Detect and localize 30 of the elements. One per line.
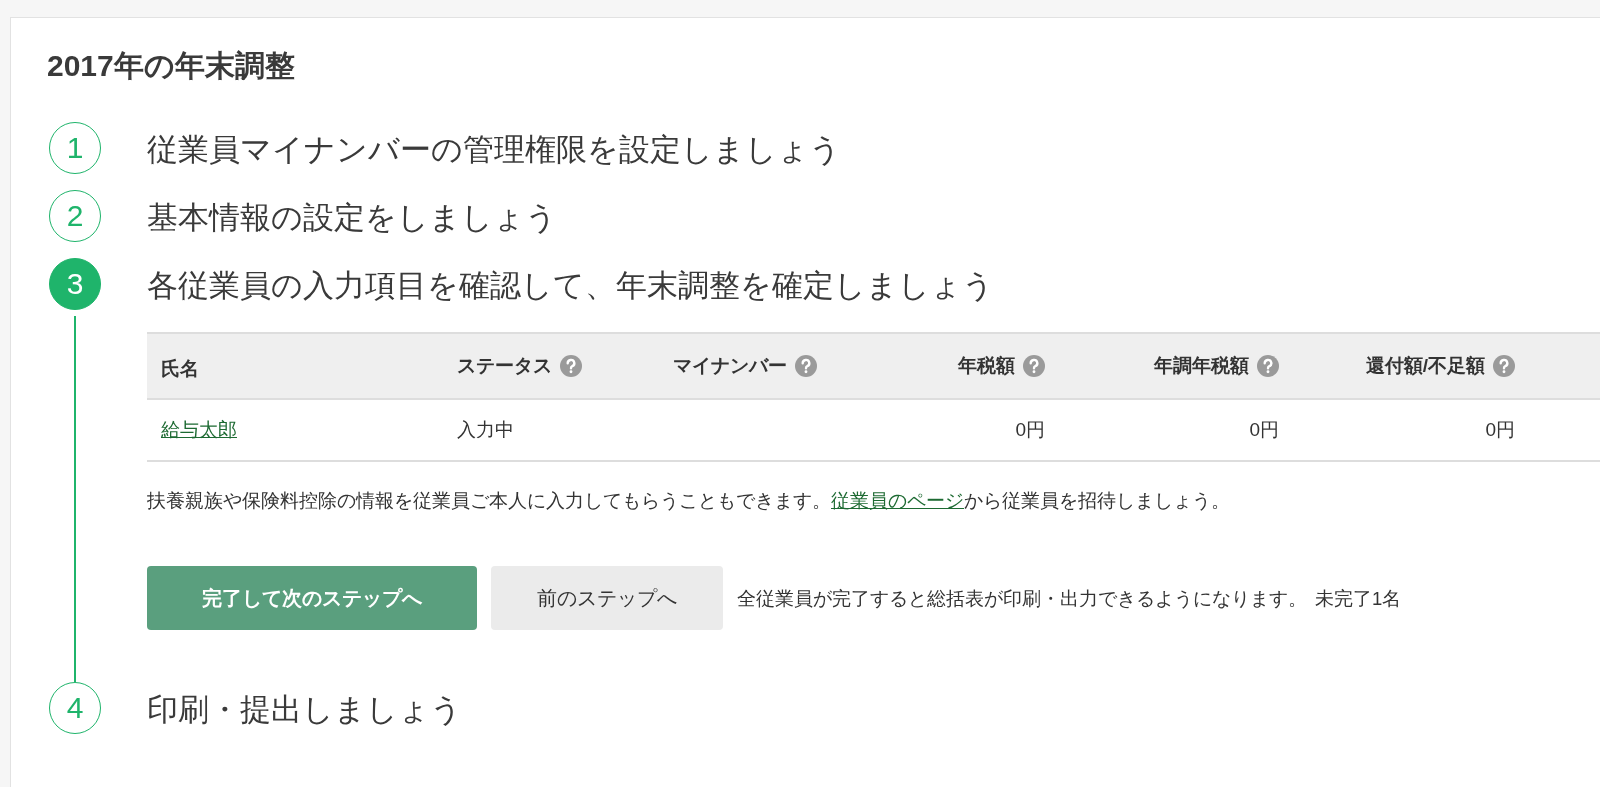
help-icon[interactable] (1493, 355, 1515, 377)
step-title: 従業員マイナンバーの管理権限を設定しましょう (147, 131, 842, 169)
remaining-count: 未完了1名 (1315, 586, 1402, 611)
table-cell-text: 入力中 (457, 418, 514, 442)
step-number: 2 (49, 190, 101, 242)
column-header: 還付額/不足額 (1365, 354, 1485, 378)
column-header: 年調年税額 (1154, 354, 1249, 378)
previous-step-button[interactable]: 前のステップへ (491, 566, 723, 630)
help-icon[interactable] (795, 355, 817, 377)
step-number: 3 (49, 258, 101, 310)
help-icon[interactable] (560, 355, 582, 377)
status-text: 全従業員が完了すると総括表が印刷・出力できるようになります。 (737, 586, 1307, 611)
help-icon[interactable] (1257, 355, 1279, 377)
employee-name-link[interactable]: 給与太郎 (161, 417, 237, 443)
employee-page-link[interactable]: 従業員のページ (831, 490, 964, 511)
help-icon[interactable] (1023, 355, 1045, 377)
step-title: 各従業員の入力項目を確認して、年末調整を確定しましょう (147, 267, 995, 305)
table-cell-text: 0円 (1015, 418, 1045, 442)
table-cell-text: 0円 (1485, 418, 1515, 442)
step-title: 基本情報の設定をしましょう (147, 199, 558, 237)
column-header: ステータス (457, 354, 552, 378)
column-header: マイナンバー (673, 354, 787, 378)
step-number: 1 (49, 122, 101, 174)
step-title: 印刷・提出しましょう (147, 691, 463, 729)
step-number: 4 (49, 682, 101, 734)
column-header: 年税額 (958, 354, 1015, 378)
column-header: 氏名 (161, 357, 199, 381)
page-title: 2017年の年末調整 (47, 48, 296, 84)
table-cell-text: 0円 (1249, 418, 1279, 442)
invite-note: 扶養親族や保険料控除の情報を従業員ご本人に入力してもらうこともできます。従業員のページから従業員を招待しましょう。 (147, 489, 1231, 513)
